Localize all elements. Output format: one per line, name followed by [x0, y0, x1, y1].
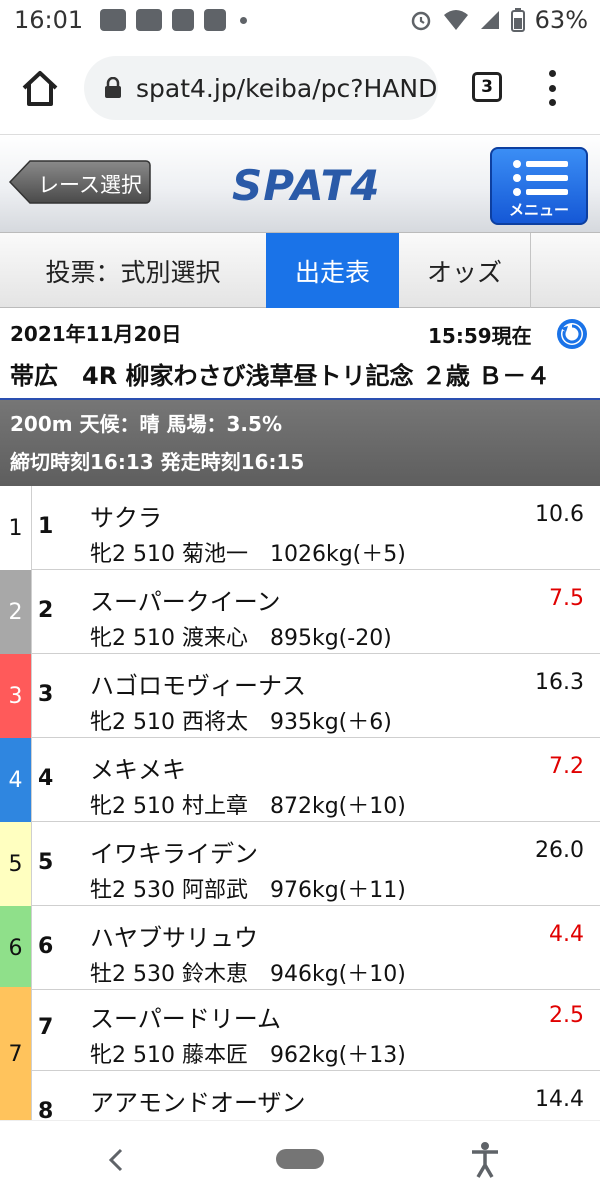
- browser-menu-icon[interactable]: [546, 70, 558, 106]
- horse-name: ハゴロモヴィーナス: [90, 672, 306, 700]
- race-info: 2021年11月20日 15:59現在 帯広 4R 柳家わさび浅草昼トリ記念 ２…: [0, 308, 600, 400]
- notification-icons: [100, 9, 247, 31]
- lock-icon: [105, 77, 121, 98]
- race-title: 帯広 4R 柳家わさび浅草昼トリ記念 ２歳 Ｂ－４: [10, 362, 551, 390]
- entry-row[interactable]: 7 スーパードリーム 牝2 510 藤本匠 962kg(＋13) 2.5: [0, 987, 600, 1071]
- horse-number: 2: [38, 598, 54, 623]
- site-header: レース選択 SPAT4 メニュー: [0, 134, 600, 232]
- system-nav-bar: [0, 1120, 600, 1200]
- gate-number: 5: [0, 822, 32, 906]
- win-odds: 7.2: [549, 754, 584, 779]
- win-odds: 2.5: [549, 1003, 584, 1028]
- horse-number: 6: [38, 934, 54, 959]
- horse-name: イワキライデン: [90, 840, 258, 868]
- home-icon[interactable]: [18, 66, 62, 110]
- tab-odds[interactable]: オッズ: [399, 233, 531, 308]
- nav-home-pill[interactable]: [276, 1149, 324, 1169]
- horse-number: 8: [38, 1099, 54, 1120]
- battery-percent: 63%: [534, 6, 588, 34]
- horse-name: メキメキ: [90, 756, 186, 784]
- status-time: 16:01: [14, 6, 84, 34]
- entry-row[interactable]: 8 アアモンドオーザン 14.4: [0, 1071, 600, 1120]
- gate-number: 1: [0, 486, 32, 570]
- entry-row[interactable]: 4 4 メキメキ 牝2 510 村上章 872kg(＋10) 7.2: [0, 738, 600, 822]
- horse-detail: 牡2 530 鈴木恵 946kg(＋10): [90, 962, 406, 987]
- entry-list: 1 1 サクラ 牝2 510 菊池一 1026kg(＋5) 10.6 2 2 ス…: [0, 486, 600, 1120]
- entry-row[interactable]: 6 6 ハヤブサリュウ 牡2 530 鈴木恵 946kg(＋10) 4.4: [0, 906, 600, 990]
- horse-name: サクラ: [90, 504, 162, 532]
- tab-switcher-button[interactable]: 3: [472, 72, 502, 102]
- wifi-icon: [443, 10, 468, 30]
- more-notifications-icon: [240, 16, 247, 24]
- race-date: 2021年11月20日: [10, 322, 182, 346]
- tab-vote-bet-type[interactable]: 投票：式別選択: [0, 233, 266, 308]
- accessibility-icon[interactable]: [470, 1141, 500, 1179]
- tab-race-card[interactable]: 出走表: [266, 233, 399, 308]
- horse-detail: 牝2 510 藤本匠 962kg(＋13): [90, 1043, 406, 1068]
- horse-number: 7: [38, 1015, 54, 1040]
- list-menu-icon: [513, 160, 568, 196]
- horse-number: 5: [38, 850, 54, 875]
- horse-detail: 牝2 510 渡来心 895kg(-20): [90, 626, 392, 651]
- race-conditions: 200m 天候：晴 馬場：3.5% 締切時刻16:13 発走時刻16:15: [0, 400, 600, 486]
- gate-number: 2: [0, 570, 32, 654]
- youtube-icon: [100, 9, 126, 31]
- entry-row[interactable]: 2 2 スーパークイーン 牝2 510 渡来心 895kg(-20) 7.5: [0, 570, 600, 654]
- win-odds: 7.5: [549, 586, 584, 611]
- race-select-back-button[interactable]: レース選択: [8, 159, 152, 205]
- signal-icon: [480, 11, 499, 29]
- spat4-logo: SPAT4: [232, 161, 381, 210]
- win-odds: 26.0: [535, 838, 584, 863]
- horse-name: スーパードリーム: [90, 1005, 282, 1033]
- win-odds: 16.3: [535, 670, 584, 695]
- address-bar[interactable]: spat4.jp/keiba/pc?HANDLER=RaceSelect: [84, 56, 438, 120]
- gate-number: 4: [0, 738, 32, 822]
- view-tabs: 投票：式別選択 出走表 オッズ: [0, 232, 600, 308]
- au-pay-icon: [172, 9, 194, 31]
- browser-toolbar: spat4.jp/keiba/pc?HANDLER=RaceSelect 3: [0, 42, 600, 134]
- as-of-time: 15:59現在: [428, 324, 532, 348]
- gate-number: 3: [0, 654, 32, 738]
- win-odds: 10.6: [535, 502, 584, 527]
- battery-icon: [510, 8, 525, 32]
- horse-name: ハヤブサリュウ: [90, 924, 258, 952]
- url-text: spat4.jp/keiba/pc?HANDLER=RaceSelect: [136, 73, 438, 103]
- track-conditions: 200m 天候：晴 馬場：3.5%: [10, 412, 282, 436]
- menu-label: メニュー: [508, 201, 569, 219]
- yahoo-app-icon: [136, 9, 162, 31]
- gate-number: 7: [0, 987, 32, 1120]
- refresh-icon[interactable]: [556, 318, 588, 350]
- post-times: 締切時刻16:13 発走時刻16:15: [10, 450, 305, 474]
- horse-detail: 牝2 510 村上章 872kg(＋10): [90, 794, 406, 819]
- status-bar: 16:01 63%: [0, 0, 600, 42]
- entry-row[interactable]: 3 3 ハゴロモヴィーナス 牝2 510 西将太 935kg(＋6) 16.3: [0, 654, 600, 738]
- nav-back-icon[interactable]: [105, 1147, 127, 1173]
- news-icon: [204, 9, 226, 31]
- win-odds: 14.4: [535, 1087, 584, 1112]
- horse-name: スーパークイーン: [90, 588, 281, 616]
- horse-detail: 牝2 510 菊池一 1026kg(＋5): [90, 542, 406, 567]
- horse-number: 1: [38, 514, 54, 539]
- entry-row[interactable]: 1 1 サクラ 牝2 510 菊池一 1026kg(＋5) 10.6: [0, 486, 600, 570]
- alarm-icon: [411, 11, 430, 31]
- race-select-label: レース選択: [38, 173, 142, 197]
- horse-detail: 牡2 530 阿部武 976kg(＋11): [90, 878, 406, 903]
- win-odds: 4.4: [549, 922, 584, 947]
- horse-number: 3: [38, 682, 54, 707]
- entry-row[interactable]: 5 5 イワキライデン 牡2 530 阿部武 976kg(＋11) 26.0: [0, 822, 600, 906]
- horse-detail: 牝2 510 西将太 935kg(＋6): [90, 710, 392, 735]
- menu-button[interactable]: メニュー: [490, 147, 588, 225]
- horse-name: アアモンドオーザン: [90, 1089, 306, 1117]
- horse-number: 4: [38, 766, 54, 791]
- system-icons: 63%: [409, 6, 588, 34]
- gate-number: 6: [0, 906, 32, 990]
